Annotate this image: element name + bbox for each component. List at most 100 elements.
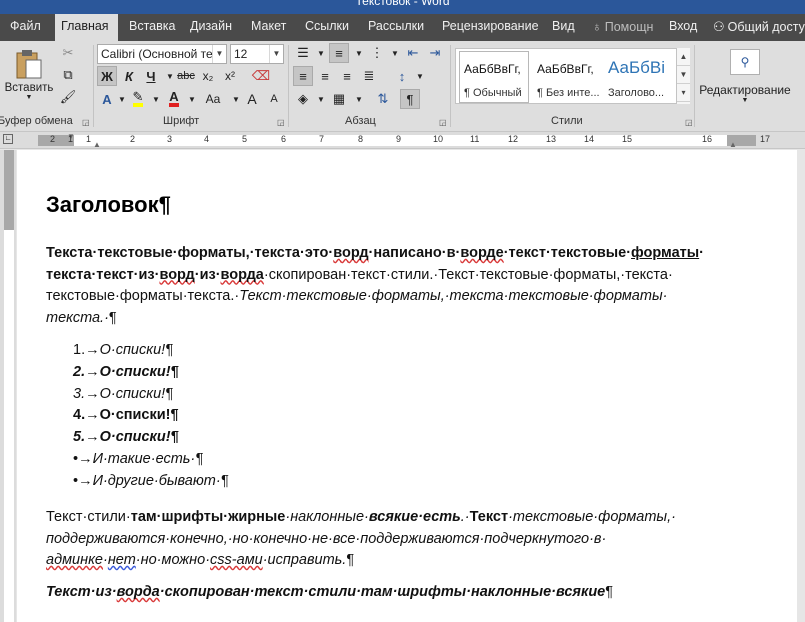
ruler-number: 2 — [130, 134, 136, 144]
tell-me-label: Помощн — [604, 20, 654, 34]
document-heading[interactable]: Заголовок¶ — [46, 192, 171, 218]
tab-home[interactable]: Главная — [55, 14, 118, 41]
strikethrough-button[interactable]: abc — [176, 66, 196, 86]
tab-review[interactable]: Рецензирование — [436, 14, 545, 41]
tab-tell-me[interactable]: ♁ Помощн — [586, 14, 659, 41]
list-item[interactable]: 4.→О·списки!¶ — [73, 407, 179, 423]
chevron-down-icon[interactable]: ▼ — [311, 89, 331, 109]
line-spacing-icon: ↕ — [398, 68, 406, 84]
clipboard-launcher-icon[interactable]: ◲ — [82, 118, 90, 127]
list-item[interactable]: •→И·другие·бывают·¶ — [73, 473, 228, 489]
align-center-button[interactable]: ≡ — [315, 66, 335, 86]
bold-button[interactable]: Ж — [97, 66, 117, 86]
copy-icon: ⧉ — [63, 67, 73, 82]
paragraph-3[interactable]: Текст·из·ворда·скопирован·текст·стили·та… — [46, 582, 746, 604]
paragraph-1[interactable]: Текста·текстовые·форматы,·текста·это·вор… — [46, 243, 746, 329]
paint-bucket-icon: ◈ — [298, 91, 308, 106]
show-formatting-button[interactable]: ¶ — [400, 89, 420, 109]
highlight-button[interactable]: ✎ — [128, 89, 148, 109]
chevron-down-icon[interactable]: ▼ — [212, 45, 226, 63]
chevron-down-icon[interactable]: ▼ — [349, 43, 369, 63]
style-heading-1[interactable]: АаБбВі Заголово... — [603, 51, 673, 103]
list-item[interactable]: 5.→О·списки!¶ — [73, 429, 179, 445]
font-color-button[interactable]: A — [164, 89, 184, 109]
list-item[interactable]: 1.→О·списки!¶ — [73, 342, 173, 358]
right-indent-marker[interactable]: ▲ — [729, 140, 737, 149]
borders-button[interactable]: ▦ — [329, 89, 349, 109]
shading-button[interactable]: ◈ — [293, 89, 313, 109]
underline-button[interactable]: Ч — [141, 66, 161, 86]
copy-button[interactable]: ⧉ — [58, 65, 78, 85]
styles-launcher-icon[interactable]: ◲ — [685, 118, 693, 127]
chevron-down-icon[interactable]: ▼ — [311, 43, 331, 63]
chevron-down-icon[interactable]: ▼ — [269, 45, 283, 63]
align-right-button[interactable]: ≡ — [337, 66, 357, 86]
paste-button[interactable]: Вставить ▼ — [4, 45, 54, 103]
justify-button[interactable]: ≣ — [359, 66, 379, 86]
gallery-more-icon[interactable]: ▾ — [677, 84, 690, 102]
line-spacing-button[interactable]: ↕ — [392, 66, 412, 86]
font-name-combo[interactable]: Calibri (Основной тек ▼ — [97, 44, 227, 64]
tab-design[interactable]: Дизайн — [184, 14, 238, 41]
word-window: Текстовок - Word Файл Главная Вставка Ди… — [0, 0, 805, 622]
justify-icon: ≣ — [363, 68, 375, 83]
tab-file[interactable]: Файл — [4, 14, 47, 41]
group-separator — [450, 45, 451, 127]
tab-view[interactable]: Вид — [546, 14, 581, 41]
list-item[interactable]: 2.→О·списки!¶ — [73, 364, 179, 380]
clear-formatting-button[interactable]: ⌫ — [251, 66, 271, 86]
chevron-down-icon[interactable]: ▼ — [410, 66, 430, 86]
font-launcher-icon[interactable]: ◲ — [277, 118, 285, 127]
increase-indent-button[interactable]: ⇥ — [425, 43, 445, 63]
tab-selector-icon[interactable]: ∟ — [3, 134, 13, 144]
numbering-button[interactable]: ≡ — [329, 43, 349, 63]
bullets-button[interactable]: ☰ — [293, 43, 313, 63]
sign-in-link[interactable]: Вход — [663, 14, 703, 41]
chevron-down-icon[interactable]: ▼ — [349, 89, 369, 109]
grow-font-button[interactable]: A — [242, 89, 262, 109]
chevron-down-icon[interactable]: ▼ — [182, 89, 202, 109]
person-icon: ⚇ — [713, 19, 725, 34]
text-run-italic: ·текстовые·форматы,· — [508, 509, 676, 525]
tab-layout[interactable]: Макет — [245, 14, 292, 41]
cut-button[interactable]: ✂ — [58, 43, 78, 63]
chevron-down-icon[interactable]: ▼ — [385, 43, 405, 63]
paragraph-2[interactable]: Текст·стили·там·шрифты·жирные·наклонные·… — [46, 507, 746, 572]
ruler-number: 10 — [433, 134, 444, 144]
font-size-combo[interactable]: 12 ▼ — [230, 44, 284, 64]
tab-mailings[interactable]: Рассылки — [362, 14, 430, 41]
style-no-spacing[interactable]: АаБбВвГг, ¶ Без инте... — [532, 51, 602, 103]
change-case-button[interactable]: Aa — [200, 89, 226, 109]
editing-button[interactable]: ⚲ Редактирование ▼ — [697, 43, 793, 109]
vertical-ruler[interactable] — [0, 150, 16, 622]
scroll-down-icon[interactable]: ▼ — [677, 66, 690, 84]
text-run-misspelled: ворде — [460, 245, 504, 261]
ruler-number: 6 — [281, 134, 287, 144]
hanging-indent-marker[interactable]: ▲ — [93, 140, 101, 149]
scroll-up-icon[interactable]: ▲ — [677, 48, 690, 66]
style-normal[interactable]: АаБбВвГг, ¶ Обычный — [459, 51, 529, 103]
decrease-indent-button[interactable]: ⇤ — [403, 43, 423, 63]
share-button[interactable]: ⚇ Общий досту — [707, 14, 805, 41]
styles-gallery: АаБбВвГг, ¶ Обычный АаБбВвГг, ¶ Без инте… — [455, 48, 690, 104]
text-run-italic: текста.· — [46, 309, 109, 326]
sort-button[interactable]: ⇅ — [373, 89, 393, 109]
subscript-button[interactable]: x₂ — [198, 66, 218, 86]
list-item[interactable]: 3.→О·списки!¶ — [73, 386, 173, 402]
ribbon-home: Вставить ▼ ✂ ⧉ 🖌 Буфер обмена ◲ Calibri … — [0, 41, 805, 132]
chevron-down-icon[interactable]: ▼ — [146, 89, 166, 109]
list-item[interactable]: •→И·такие·есть·¶ — [73, 451, 203, 467]
superscript-button[interactable]: x² — [220, 66, 240, 86]
shrink-font-button[interactable]: A — [264, 89, 284, 109]
italic-button[interactable]: К — [119, 66, 139, 86]
horizontal-ruler[interactable]: ∟ ▼ ▲ ▲ 2 1 1 2 3 4 5 6 7 8 9 10 11 12 1… — [0, 132, 805, 149]
paragraph-launcher-icon[interactable]: ◲ — [439, 118, 447, 127]
multilevel-list-button[interactable]: ⋮ — [367, 43, 387, 63]
ruler-number: 1 — [68, 134, 74, 144]
list-text: О·списки!¶ — [99, 386, 173, 402]
align-left-button[interactable]: ≡ — [293, 66, 313, 86]
tab-insert[interactable]: Вставка — [123, 14, 181, 41]
tab-references[interactable]: Ссылки — [299, 14, 355, 41]
format-painter-button[interactable]: 🖌 — [58, 87, 78, 107]
list-marker: 5.→ — [73, 429, 100, 445]
